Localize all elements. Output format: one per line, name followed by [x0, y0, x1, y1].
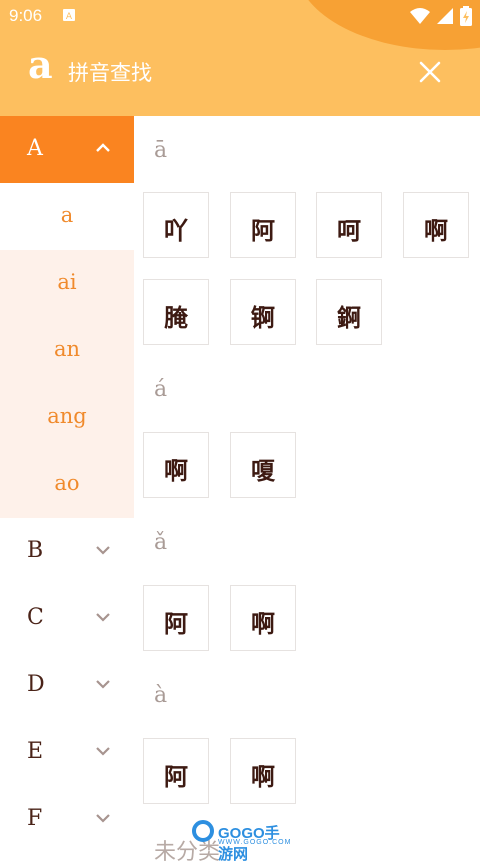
char-cell[interactable]: 啊	[403, 192, 469, 258]
watermark-logo: GOGO手游网 WWW.GOGO.COM	[192, 818, 292, 863]
pinyin-heading: à	[154, 683, 168, 708]
watermark-url: WWW.GOGO.COM	[218, 839, 292, 846]
char-cell[interactable]: 啊	[230, 585, 296, 651]
chevron-down-icon	[96, 546, 110, 555]
pinyin-sidebar: A a ai an ang ao B C D E F	[0, 116, 134, 852]
char-cell[interactable]: 錒	[316, 279, 382, 345]
page-title: 拼音查找	[68, 61, 152, 85]
char-cell[interactable]: 锕	[230, 279, 296, 345]
wifi-icon	[410, 8, 430, 24]
char-cell[interactable]: 阿	[230, 192, 296, 258]
pinyin-heading: á	[154, 377, 168, 402]
app-header: 9:06 A a 拼音查找	[0, 0, 480, 116]
battery-icon	[460, 6, 472, 26]
sim-icon: A	[63, 9, 75, 22]
letter-d-header[interactable]: D	[0, 652, 134, 719]
pinyin-heading: ǎ	[154, 530, 168, 555]
char-cell[interactable]: 呵	[316, 192, 382, 258]
svg-text:A: A	[66, 12, 73, 22]
char-cell[interactable]: 啊	[143, 432, 209, 498]
chevron-down-icon	[96, 613, 110, 622]
letter-a-header[interactable]: A	[0, 116, 134, 183]
sub-item-an[interactable]: an	[0, 317, 134, 384]
char-cell[interactable]: 阿	[143, 585, 209, 651]
status-time: 9:06	[9, 6, 43, 25]
watermark-ring-icon	[192, 820, 214, 842]
chevron-down-icon	[96, 814, 110, 823]
pinyin-heading: ā	[154, 138, 168, 163]
char-cell[interactable]: 腌	[143, 279, 209, 345]
character-list: ā 吖 阿 呵 啊 腌 锕 錒 á 啊 嗄 ǎ 阿 啊 à 阿 啊 未分类	[134, 116, 480, 865]
char-cell[interactable]: 吖	[143, 192, 209, 258]
letter-e-header[interactable]: E	[0, 719, 134, 786]
letter-label: A	[27, 136, 43, 161]
sub-item-ang[interactable]: ang	[0, 384, 134, 451]
letter-b-header[interactable]: B	[0, 518, 134, 585]
char-cell[interactable]: 嗄	[230, 432, 296, 498]
char-cell[interactable]: 阿	[143, 738, 209, 804]
cell-signal-icon	[437, 8, 453, 24]
letter-f-header[interactable]: F	[0, 786, 134, 853]
letter-c-header[interactable]: C	[0, 585, 134, 652]
char-cell[interactable]: 啊	[230, 738, 296, 804]
sub-item-ai[interactable]: ai	[0, 250, 134, 317]
chevron-down-icon	[96, 680, 110, 689]
chevron-down-icon	[96, 747, 110, 756]
chevron-up-icon	[96, 143, 110, 152]
sub-item-ao[interactable]: ao	[0, 451, 134, 518]
close-icon[interactable]	[414, 56, 446, 88]
status-bar: 9:06 A	[0, 0, 480, 32]
app-logo: a	[28, 42, 53, 87]
sub-item-a[interactable]: a	[0, 183, 134, 250]
